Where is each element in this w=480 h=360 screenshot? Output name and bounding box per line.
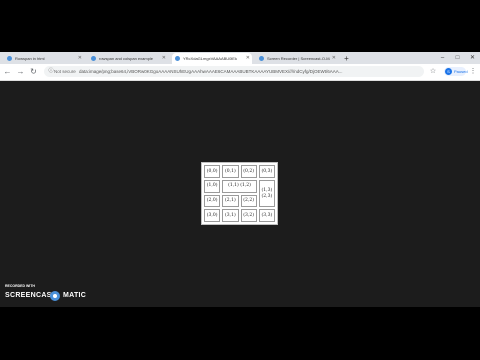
new-tab-button[interactable]: + <box>342 54 351 63</box>
globe-icon <box>259 56 264 61</box>
close-window-button[interactable]: ✕ <box>465 52 480 64</box>
maximize-button[interactable]: □ <box>450 52 465 64</box>
tab-rowspan-in-html[interactable]: Rowspan in html ✕ <box>4 53 84 64</box>
table-cell-colspan: (1,1) (1,2) <box>222 179 257 193</box>
close-icon[interactable]: ✕ <box>78 53 82 64</box>
table-cell: (2,2) <box>240 194 257 208</box>
table-cell: (2,0) <box>204 194 221 208</box>
back-icon[interactable]: ← <box>2 66 13 77</box>
tab-screen-recorder[interactable]: Screen Recorder | Screencast-O-Matic ✕ <box>256 53 338 64</box>
table-cell-rowspan: (1,3) (2,3) <box>258 179 275 208</box>
tab-data-image[interactable]: YRcXdaGLmgxVAAAABU0lEk ✕ <box>172 53 252 64</box>
recorded-with-label: RECORDED WITH <box>5 284 35 288</box>
globe-icon <box>175 56 180 61</box>
minimize-button[interactable]: – <box>435 52 450 64</box>
table-cell: (0,1) <box>222 165 239 178</box>
avatar: S <box>445 68 452 75</box>
security-label: Not secure <box>54 69 76 74</box>
address-bar[interactable]: ⓘ Not secure data:image/png;base64,iVBOR… <box>44 66 424 77</box>
table-cell: (3,3) <box>258 209 275 222</box>
profile-status: Paused <box>454 69 468 74</box>
table-cell: (3,1) <box>222 209 239 222</box>
bookmark-star-icon[interactable]: ☆ <box>428 66 438 77</box>
rowspan-table: (0,0) (0,1) (0,2) (0,3) (1,0) (1,1) (1,2… <box>201 162 278 225</box>
table-cell: (0,3) <box>258 165 275 178</box>
table-cell: (3,2) <box>240 209 257 222</box>
close-icon[interactable]: ✕ <box>246 53 250 64</box>
brand-right: MATIC <box>63 292 87 299</box>
tab-rowspan-colspan-example[interactable]: rowspan and colspan example ✕ <box>88 53 168 64</box>
brand-left: SCREENCAST <box>5 292 57 299</box>
globe-icon <box>7 56 12 61</box>
browser-toolbar: ← → ↻ ⓘ Not secure data:image/png;base64… <box>0 64 480 81</box>
screen-recording-frame: Rowspan in html ✕ rowspan and colspan ex… <box>0 52 480 307</box>
close-icon[interactable]: ✕ <box>162 53 166 64</box>
url-text[interactable]: data:image/png;base64,iVBORw0KGgoAAAANSU… <box>79 66 421 77</box>
table-cell: (1,0) <box>204 179 221 193</box>
profile-button[interactable]: S Paused <box>444 67 468 76</box>
table-cell: (2,1) <box>222 194 239 208</box>
screencast-logo-icon <box>50 291 60 301</box>
table-cell: (0,0) <box>204 165 221 178</box>
browser-tab-strip: Rowspan in html ✕ rowspan and colspan ex… <box>0 52 480 64</box>
table-cell: (3,0) <box>204 209 221 222</box>
forward-icon[interactable]: → <box>15 66 26 77</box>
globe-icon <box>91 56 96 61</box>
table-cell: (0,2) <box>240 165 257 178</box>
close-icon[interactable]: ✕ <box>332 53 336 64</box>
reload-icon[interactable]: ↻ <box>28 66 39 77</box>
menu-icon[interactable]: ⋮ <box>468 66 478 77</box>
